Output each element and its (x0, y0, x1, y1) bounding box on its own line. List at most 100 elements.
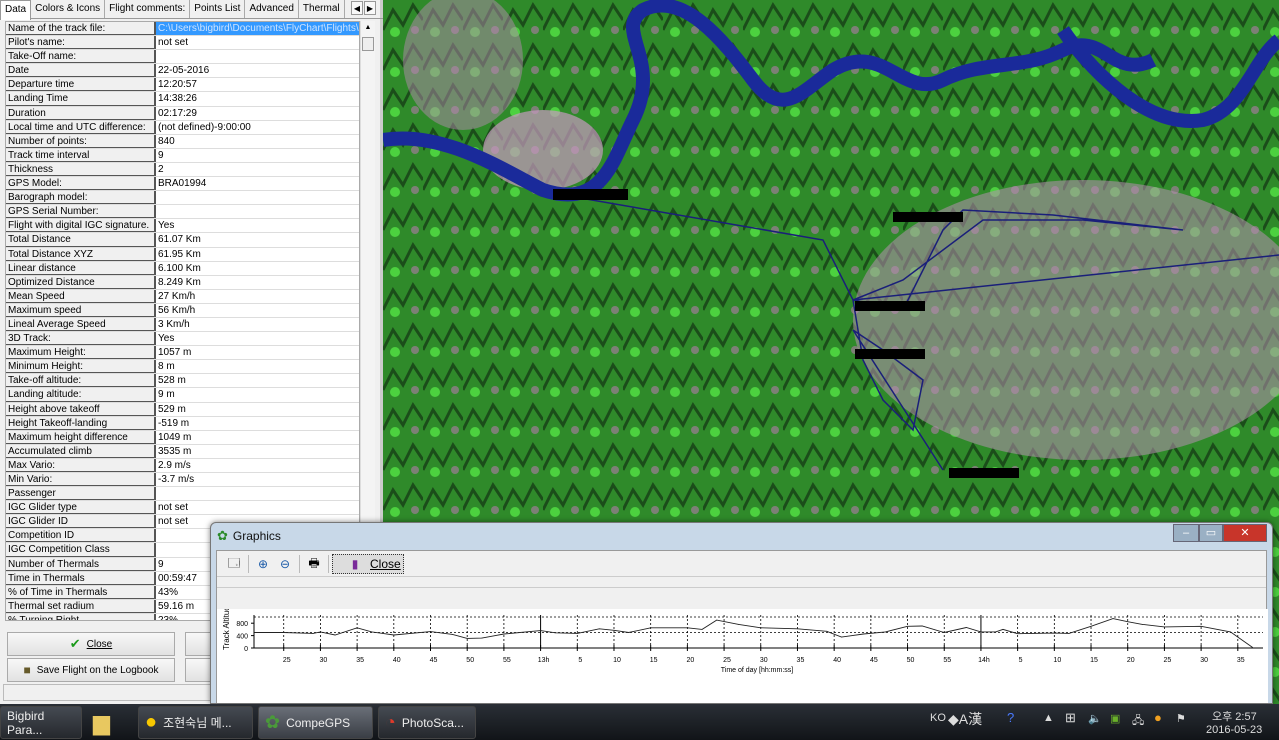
row-value[interactable]: 1057 m (156, 346, 359, 359)
row-value[interactable]: 56 Km/h (156, 304, 359, 317)
tab-colors-icons[interactable]: Colors & Icons (31, 0, 106, 18)
row-value[interactable]: -519 m (156, 417, 359, 430)
row-value[interactable]: C:\Users\bigbird\Documents\FlyChart\Flig… (156, 22, 359, 36)
table-row[interactable]: Minimum Height: 8 m (6, 360, 359, 375)
row-value[interactable]: 14:38:26 (156, 92, 359, 105)
row-value[interactable]: not set (156, 501, 359, 514)
table-row[interactable]: Departure time 12:20:57 (6, 78, 359, 93)
row-value[interactable]: 8.249 Km (156, 276, 359, 289)
row-value[interactable]: 9 (156, 149, 359, 162)
table-row[interactable]: Accumulated climb 3535 m (6, 444, 359, 459)
table-row[interactable]: Optimized Distance 8.249 Km (6, 275, 359, 290)
table-row[interactable]: Landing altitude: 9 m (6, 388, 359, 403)
row-value[interactable]: 3535 m (156, 445, 359, 458)
show-hidden-icons[interactable]: ▲ (1043, 712, 1054, 724)
windows-icon[interactable]: ⊞ (1065, 710, 1076, 726)
update-icon[interactable]: ● (1154, 710, 1162, 725)
row-value[interactable]: 1049 m (156, 431, 359, 444)
row-value[interactable]: 2.9 m/s (156, 459, 359, 472)
zoom-out-icon[interactable]: ⊖ (274, 557, 296, 571)
maximize-button[interactable]: ▭ (1199, 524, 1223, 542)
row-value[interactable]: not set (156, 36, 359, 49)
table-row[interactable]: Total Distance XYZ 61.95 Km (6, 247, 359, 262)
row-value[interactable]: 3 Km/h (156, 318, 359, 331)
table-row[interactable]: GPS Model: BRA01994 (6, 177, 359, 192)
scroll-thumb[interactable] (362, 37, 374, 51)
row-value[interactable]: 8 m (156, 360, 359, 373)
ime-icon[interactable]: ◆A漢 (948, 709, 982, 729)
clock-time[interactable]: 오후 2:57 (1212, 708, 1257, 724)
row-value[interactable]: 529 m (156, 403, 359, 416)
close-button[interactable]: ✔ Close (7, 632, 175, 656)
row-value[interactable]: Yes (156, 219, 359, 232)
task-explorer[interactable]: ▆ (87, 706, 133, 739)
window-close-button[interactable]: ✕ (1223, 524, 1267, 542)
tab-advanced[interactable]: Advanced (245, 0, 299, 18)
row-value[interactable]: -3.7 m/s (156, 473, 359, 486)
scroll-up-icon[interactable]: ▲ (361, 21, 375, 35)
volume-icon[interactable]: 🔈 (1088, 712, 1102, 725)
help-icon[interactable]: ? (1007, 710, 1014, 725)
tab-flight-comments[interactable]: Flight comments: (105, 0, 191, 18)
network-icon[interactable]: 🖧 (1132, 712, 1144, 731)
row-value[interactable]: 22-05-2016 (156, 64, 359, 77)
table-row[interactable]: Flight with digital IGC signature. Yes (6, 219, 359, 234)
tab-thermal[interactable]: Thermal (298, 0, 345, 18)
minimize-button[interactable]: – (1173, 524, 1199, 542)
print-icon[interactable]: 🖶 (303, 554, 325, 575)
task-compegps[interactable]: ✿ CompeGPS (258, 706, 373, 739)
task-photoscan[interactable]: ◔ PhotoSca... (378, 706, 476, 739)
tab-scroll-left[interactable]: ◀ (351, 1, 363, 15)
row-value[interactable] (156, 487, 359, 500)
table-row[interactable]: Name of the track file: C:\Users\bigbird\… (6, 22, 359, 37)
table-row[interactable]: Local time and UTC difference: (not defi… (6, 120, 359, 135)
table-row[interactable]: Maximum Height: 1057 m (6, 346, 359, 361)
tab-data[interactable]: Data (0, 0, 32, 20)
table-row[interactable]: Track time interval 9 (6, 148, 359, 163)
table-row[interactable]: Take-off altitude: 528 m (6, 374, 359, 389)
table-row[interactable]: GPS Serial Number: (6, 205, 359, 220)
table-row[interactable]: 3D Track: Yes (6, 332, 359, 347)
row-value[interactable]: 9 m (156, 388, 359, 401)
row-value[interactable]: Yes (156, 332, 359, 345)
properties-icon[interactable]: 🗔 (223, 554, 245, 575)
table-row[interactable]: Barograph model: (6, 191, 359, 206)
table-row[interactable]: Height above takeoff 529 m (6, 402, 359, 417)
nvidia-icon[interactable]: ▣ (1110, 712, 1120, 725)
table-row[interactable]: Passenger (6, 487, 359, 502)
flag-icon[interactable]: ⚑ (1176, 712, 1186, 725)
row-value[interactable]: 61.07 Km (156, 233, 359, 246)
row-value[interactable]: 61.95 Km (156, 248, 359, 261)
graphics-close-button[interactable]: ▮ Close (332, 554, 404, 574)
table-row[interactable]: Total Distance 61.07 Km (6, 233, 359, 248)
row-value[interactable]: (not defined)-9:00:00 (156, 121, 359, 134)
table-row[interactable]: Pilot's name: not set (6, 36, 359, 51)
table-row[interactable]: Linear distance 6.100 Km (6, 261, 359, 276)
table-row[interactable]: Min Vario: -3.7 m/s (6, 473, 359, 488)
row-value[interactable]: 02:17:29 (156, 107, 359, 120)
table-row[interactable]: Lineal Average Speed 3 Km/h (6, 317, 359, 333)
clock-date[interactable]: 2016-05-23 (1206, 724, 1262, 736)
table-row[interactable]: Maximum speed 56 Km/h (6, 303, 359, 318)
save-logbook-button[interactable]: ■ Save Flight on the Logbook (7, 658, 175, 682)
table-row[interactable]: Max Vario: 2.9 m/s (6, 458, 359, 473)
row-value[interactable] (156, 205, 359, 218)
row-value[interactable]: 528 m (156, 374, 359, 387)
table-row[interactable]: IGC Glider type not set (6, 501, 359, 516)
table-row[interactable]: Duration 02:17:29 (6, 106, 359, 121)
table-row[interactable]: Maximum height difference 1049 m (6, 430, 359, 445)
table-row[interactable]: Thickness 2 (6, 162, 359, 178)
task-kakaotalk[interactable]: ● 조현숙님 메... (138, 706, 253, 739)
row-value[interactable]: 12:20:57 (156, 78, 359, 91)
table-row[interactable]: Height Takeoff-landing -519 m (6, 416, 359, 431)
table-row[interactable]: Number of points: 840 (6, 134, 359, 149)
row-value[interactable] (156, 50, 359, 63)
table-row[interactable]: Date 22-05-2016 (6, 64, 359, 79)
tab-scroll-right[interactable]: ▶ (364, 1, 376, 15)
row-value[interactable]: 2 (156, 163, 359, 176)
row-value[interactable]: 27 Km/h (156, 290, 359, 303)
zoom-in-icon[interactable]: ⊕ (252, 557, 274, 571)
row-value[interactable] (156, 191, 359, 204)
tab-points-list[interactable]: Points List (190, 0, 246, 18)
row-value[interactable]: 840 (156, 135, 359, 148)
